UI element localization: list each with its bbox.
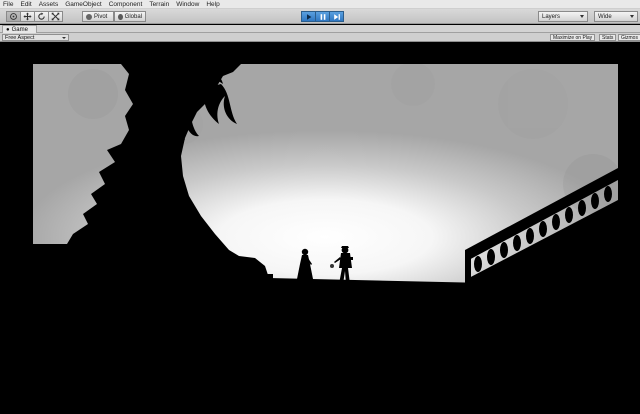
menu-window[interactable]: Window (176, 0, 199, 9)
hand-tool-button[interactable] (6, 11, 21, 22)
menu-component[interactable]: Component (109, 0, 143, 9)
layers-label: Layers (542, 13, 561, 20)
man-character[interactable] (330, 246, 353, 284)
pivot-toggle[interactable]: Pivot (82, 11, 114, 22)
aspect-dropdown[interactable]: Free Aspect (2, 34, 69, 41)
menu-terrain[interactable]: Terrain (149, 0, 169, 9)
pause-button[interactable] (315, 11, 330, 22)
global-label: Global (124, 13, 142, 20)
tab-game[interactable]: ● Game (2, 25, 37, 33)
scale-icon (51, 12, 60, 21)
layout-dropdown[interactable]: Wide (594, 11, 638, 22)
hand-icon (10, 13, 17, 20)
menu-help[interactable]: Help (206, 0, 219, 9)
layout-label: Wide (598, 13, 612, 20)
menu-edit[interactable]: Edit (20, 0, 31, 9)
move-tool-button[interactable] (20, 11, 35, 22)
ground (33, 284, 618, 286)
scene-silhouettes (33, 64, 618, 286)
lady-character[interactable] (296, 248, 314, 284)
step-button[interactable] (329, 11, 344, 22)
gizmos-label: Gizmos (621, 34, 638, 41)
playback-controls (301, 11, 344, 22)
scale-tool-button[interactable] (48, 11, 63, 22)
menu-assets[interactable]: Assets (39, 0, 59, 9)
pivot-icon (86, 13, 92, 20)
menu-file[interactable]: File (3, 0, 13, 9)
play-button[interactable] (301, 11, 316, 22)
global-toggle[interactable]: Global (114, 11, 146, 22)
move-icon (23, 12, 32, 21)
tab-strip: ● Game (0, 25, 640, 33)
main-toolbar: Pivot Global Layers Wide (0, 9, 640, 24)
chevron-down-icon (630, 15, 634, 18)
stats-label: Stats (602, 34, 614, 41)
game-view-toolbar: Free Aspect Maximize on Play Stats Gizmo… (0, 33, 640, 42)
step-icon (333, 13, 340, 20)
rotate-icon (38, 12, 45, 20)
stats-toggle[interactable]: Stats (599, 34, 617, 41)
maximize-on-play-label: Maximize on Play (553, 34, 593, 41)
chevron-down-icon (62, 36, 66, 39)
game-view[interactable] (0, 42, 640, 414)
aspect-label: Free Aspect (5, 34, 35, 41)
chevron-down-icon (580, 15, 584, 18)
game-controller-icon: ● (6, 26, 10, 33)
transform-tools (6, 11, 63, 22)
maximize-on-play-toggle[interactable]: Maximize on Play (550, 34, 596, 41)
menu-gameobject[interactable]: GameObject (65, 0, 102, 9)
tab-game-label: Game (11, 26, 28, 33)
gizmos-toggle[interactable]: Gizmos (618, 34, 640, 41)
global-icon (118, 13, 123, 20)
tree-branch (203, 84, 237, 124)
pivot-label: Pivot (94, 13, 108, 20)
rotate-tool-button[interactable] (34, 11, 49, 22)
layers-dropdown[interactable]: Layers (538, 11, 588, 22)
pause-icon (320, 13, 325, 20)
menu-bar: File Edit Assets GameObject Component Te… (0, 0, 640, 9)
play-icon (306, 13, 311, 20)
balustrade (465, 168, 618, 286)
game-scene[interactable] (33, 64, 618, 286)
